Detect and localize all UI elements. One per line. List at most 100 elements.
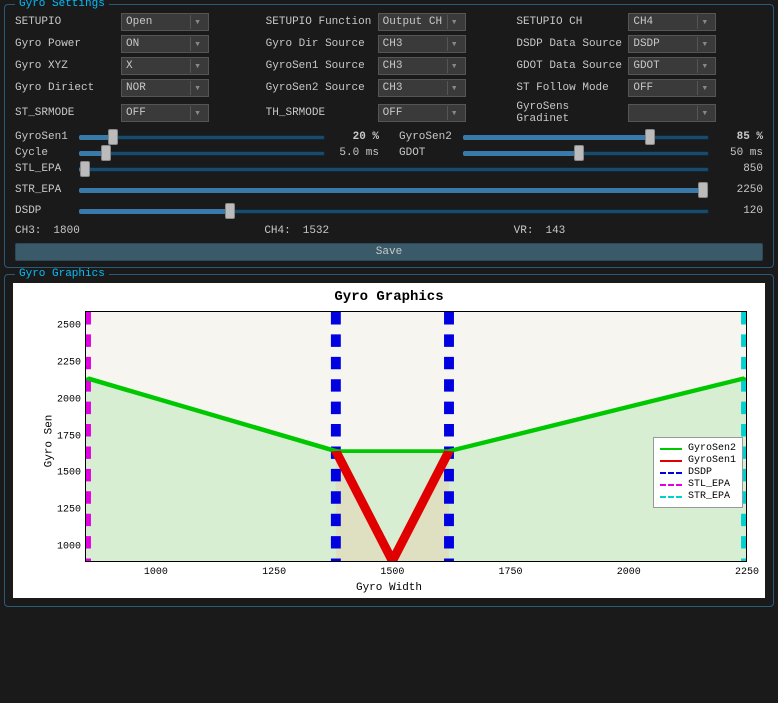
legend-swatch [660, 460, 682, 462]
gdot-slider[interactable] [463, 145, 709, 161]
y-tick: 1000 [51, 542, 81, 553]
settings-row: SETUPIOOpen▾SETUPIO FunctionOutput CH▾SE… [15, 13, 763, 31]
field-label: GyroSen2 Source [266, 82, 378, 94]
dropdown[interactable]: CH4 ▾ [628, 13, 716, 31]
field-label: DSDP Data Source [516, 38, 628, 50]
field-label: Gyro XYZ [15, 60, 121, 72]
gdot-label: GDOT [399, 147, 455, 159]
gyro-graphics-title: Gyro Graphics [15, 268, 109, 280]
legend-item: STL_EPA [660, 479, 736, 490]
legend-item: STR_EPA [660, 491, 736, 502]
gyrosen2-value: 85 % [717, 131, 763, 143]
stl_epa-slider[interactable] [79, 161, 709, 177]
ch3-label: CH3: [15, 225, 41, 237]
chevron-down-icon: ▾ [697, 59, 711, 73]
dropdown[interactable]: GDOT ▾ [628, 57, 716, 75]
stl_epa-value: 850 [717, 163, 763, 175]
gyrosen1-label: GyroSen1 [15, 131, 71, 143]
gyro-settings-panel: Gyro Settings SETUPIOOpen▾SETUPIO Functi… [4, 4, 774, 268]
dropdown[interactable]: Open ▾ [121, 13, 209, 31]
field-label: ST_SRMODE [15, 107, 121, 119]
gyro-settings-title: Gyro Settings [15, 0, 109, 10]
x-tick: 1250 [262, 567, 286, 578]
save-button[interactable]: Save [15, 243, 763, 261]
dropdown[interactable]: Output CH▾ [378, 13, 466, 31]
stl_epa-label: STL_EPA [15, 163, 71, 175]
dsdp-value: 120 [717, 205, 763, 217]
legend-label: GyroSen2 [688, 443, 736, 454]
field-label: SETUPIO CH [516, 16, 628, 28]
legend-item: GyroSen1 [660, 455, 736, 466]
dropdown[interactable]: CH3 ▾ [378, 57, 466, 75]
dropdown-value: ON [126, 38, 139, 50]
chart-plot [85, 311, 747, 562]
dropdown[interactable]: CH3▾ [378, 35, 466, 53]
legend-item: GyroSen2 [660, 443, 736, 454]
ch4-value: 1532 [303, 225, 329, 237]
x-tick: 1750 [499, 567, 523, 578]
x-tick: 2250 [735, 567, 759, 578]
dropdown[interactable]: OFF▾ [628, 79, 716, 97]
vr-value: 143 [545, 225, 565, 237]
dropdown[interactable]: X▾ [121, 57, 209, 75]
dropdown-value: DSDP [633, 38, 659, 50]
y-tick: 1250 [51, 505, 81, 516]
legend-swatch [660, 448, 682, 450]
chevron-down-icon: ▾ [190, 106, 204, 120]
legend-label: STR_EPA [688, 491, 730, 502]
dropdown-value: OFF [383, 107, 403, 119]
dropdown-value: OFF [126, 107, 146, 119]
chevron-down-icon: ▾ [447, 59, 461, 73]
dropdown-value: X [126, 60, 133, 72]
chevron-down-icon: ▾ [697, 37, 711, 51]
field-label: GyroSens Gradinet [516, 101, 628, 125]
ch4-label: CH4: [264, 225, 290, 237]
cycle-value: 5.0 ms [333, 147, 379, 159]
chevron-down-icon: ▾ [190, 15, 204, 29]
chevron-down-icon: ▾ [697, 15, 711, 29]
dsdp-slider[interactable] [79, 203, 709, 219]
settings-row: Gyro XYZX▾GyroSen1 SourceCH3▾GDOT Data S… [15, 57, 763, 75]
settings-row: Gyro PowerON▾Gyro Dir SourceCH3▾DSDP Dat… [15, 35, 763, 53]
y-tick: 1750 [51, 431, 81, 442]
dropdown[interactable]: ON▾ [121, 35, 209, 53]
gyrosen1-value: 20 % [333, 131, 379, 143]
str_epa-slider[interactable] [79, 182, 709, 198]
dropdown[interactable]: DSDP ▾ [628, 35, 716, 53]
field-label: GDOT Data Source [516, 60, 628, 72]
dropdown[interactable]: OFF ▾ [121, 104, 209, 122]
legend-label: STL_EPA [688, 479, 730, 490]
dropdown-value: OFF [633, 82, 653, 94]
chevron-down-icon: ▾ [697, 106, 711, 120]
gyro-graphics-panel: Gyro Graphics Gyro Graphics Gyro Sen Gyr… [4, 274, 774, 607]
dropdown-value: Open [126, 16, 152, 28]
dropdown-value: GDOT [633, 60, 659, 72]
dropdown-value: CH4 [633, 16, 653, 28]
chevron-down-icon: ▾ [190, 81, 204, 95]
cycle-label: Cycle [15, 147, 71, 159]
dropdown-value: Output CH [383, 16, 442, 28]
chart-legend: GyroSen2GyroSen1DSDPSTL_EPASTR_EPA [653, 437, 743, 508]
cycle-slider[interactable] [79, 145, 325, 161]
chevron-down-icon: ▾ [447, 37, 461, 51]
x-tick: 1500 [380, 567, 404, 578]
chevron-down-icon: ▾ [447, 106, 461, 120]
legend-swatch [660, 496, 682, 498]
x-tick: 2000 [617, 567, 641, 578]
gyrosen2-label: GyroSen2 [399, 131, 455, 143]
gyrosen2-slider[interactable] [463, 129, 709, 145]
dropdown[interactable]: CH3▾ [378, 79, 466, 97]
field-label: SETUPIO [15, 16, 121, 28]
dropdown[interactable]: NOR▾ [121, 79, 209, 97]
dropdown[interactable]: OFF ▾ [378, 104, 466, 122]
y-tick: 1500 [51, 468, 81, 479]
dropdown[interactable]: ▾ [628, 104, 716, 122]
gdot-value: 50 ms [717, 147, 763, 159]
dropdown-value: CH3 [383, 60, 403, 72]
field-label: ST Follow Mode [516, 82, 628, 94]
field-label: SETUPIO Function [266, 16, 378, 28]
str_epa-label: STR_EPA [15, 184, 71, 196]
settings-row: Gyro DiriectNOR▾GyroSen2 SourceCH3▾ST Fo… [15, 79, 763, 97]
gyrosen1-slider[interactable] [79, 129, 325, 145]
dropdown-value: CH3 [383, 82, 403, 94]
